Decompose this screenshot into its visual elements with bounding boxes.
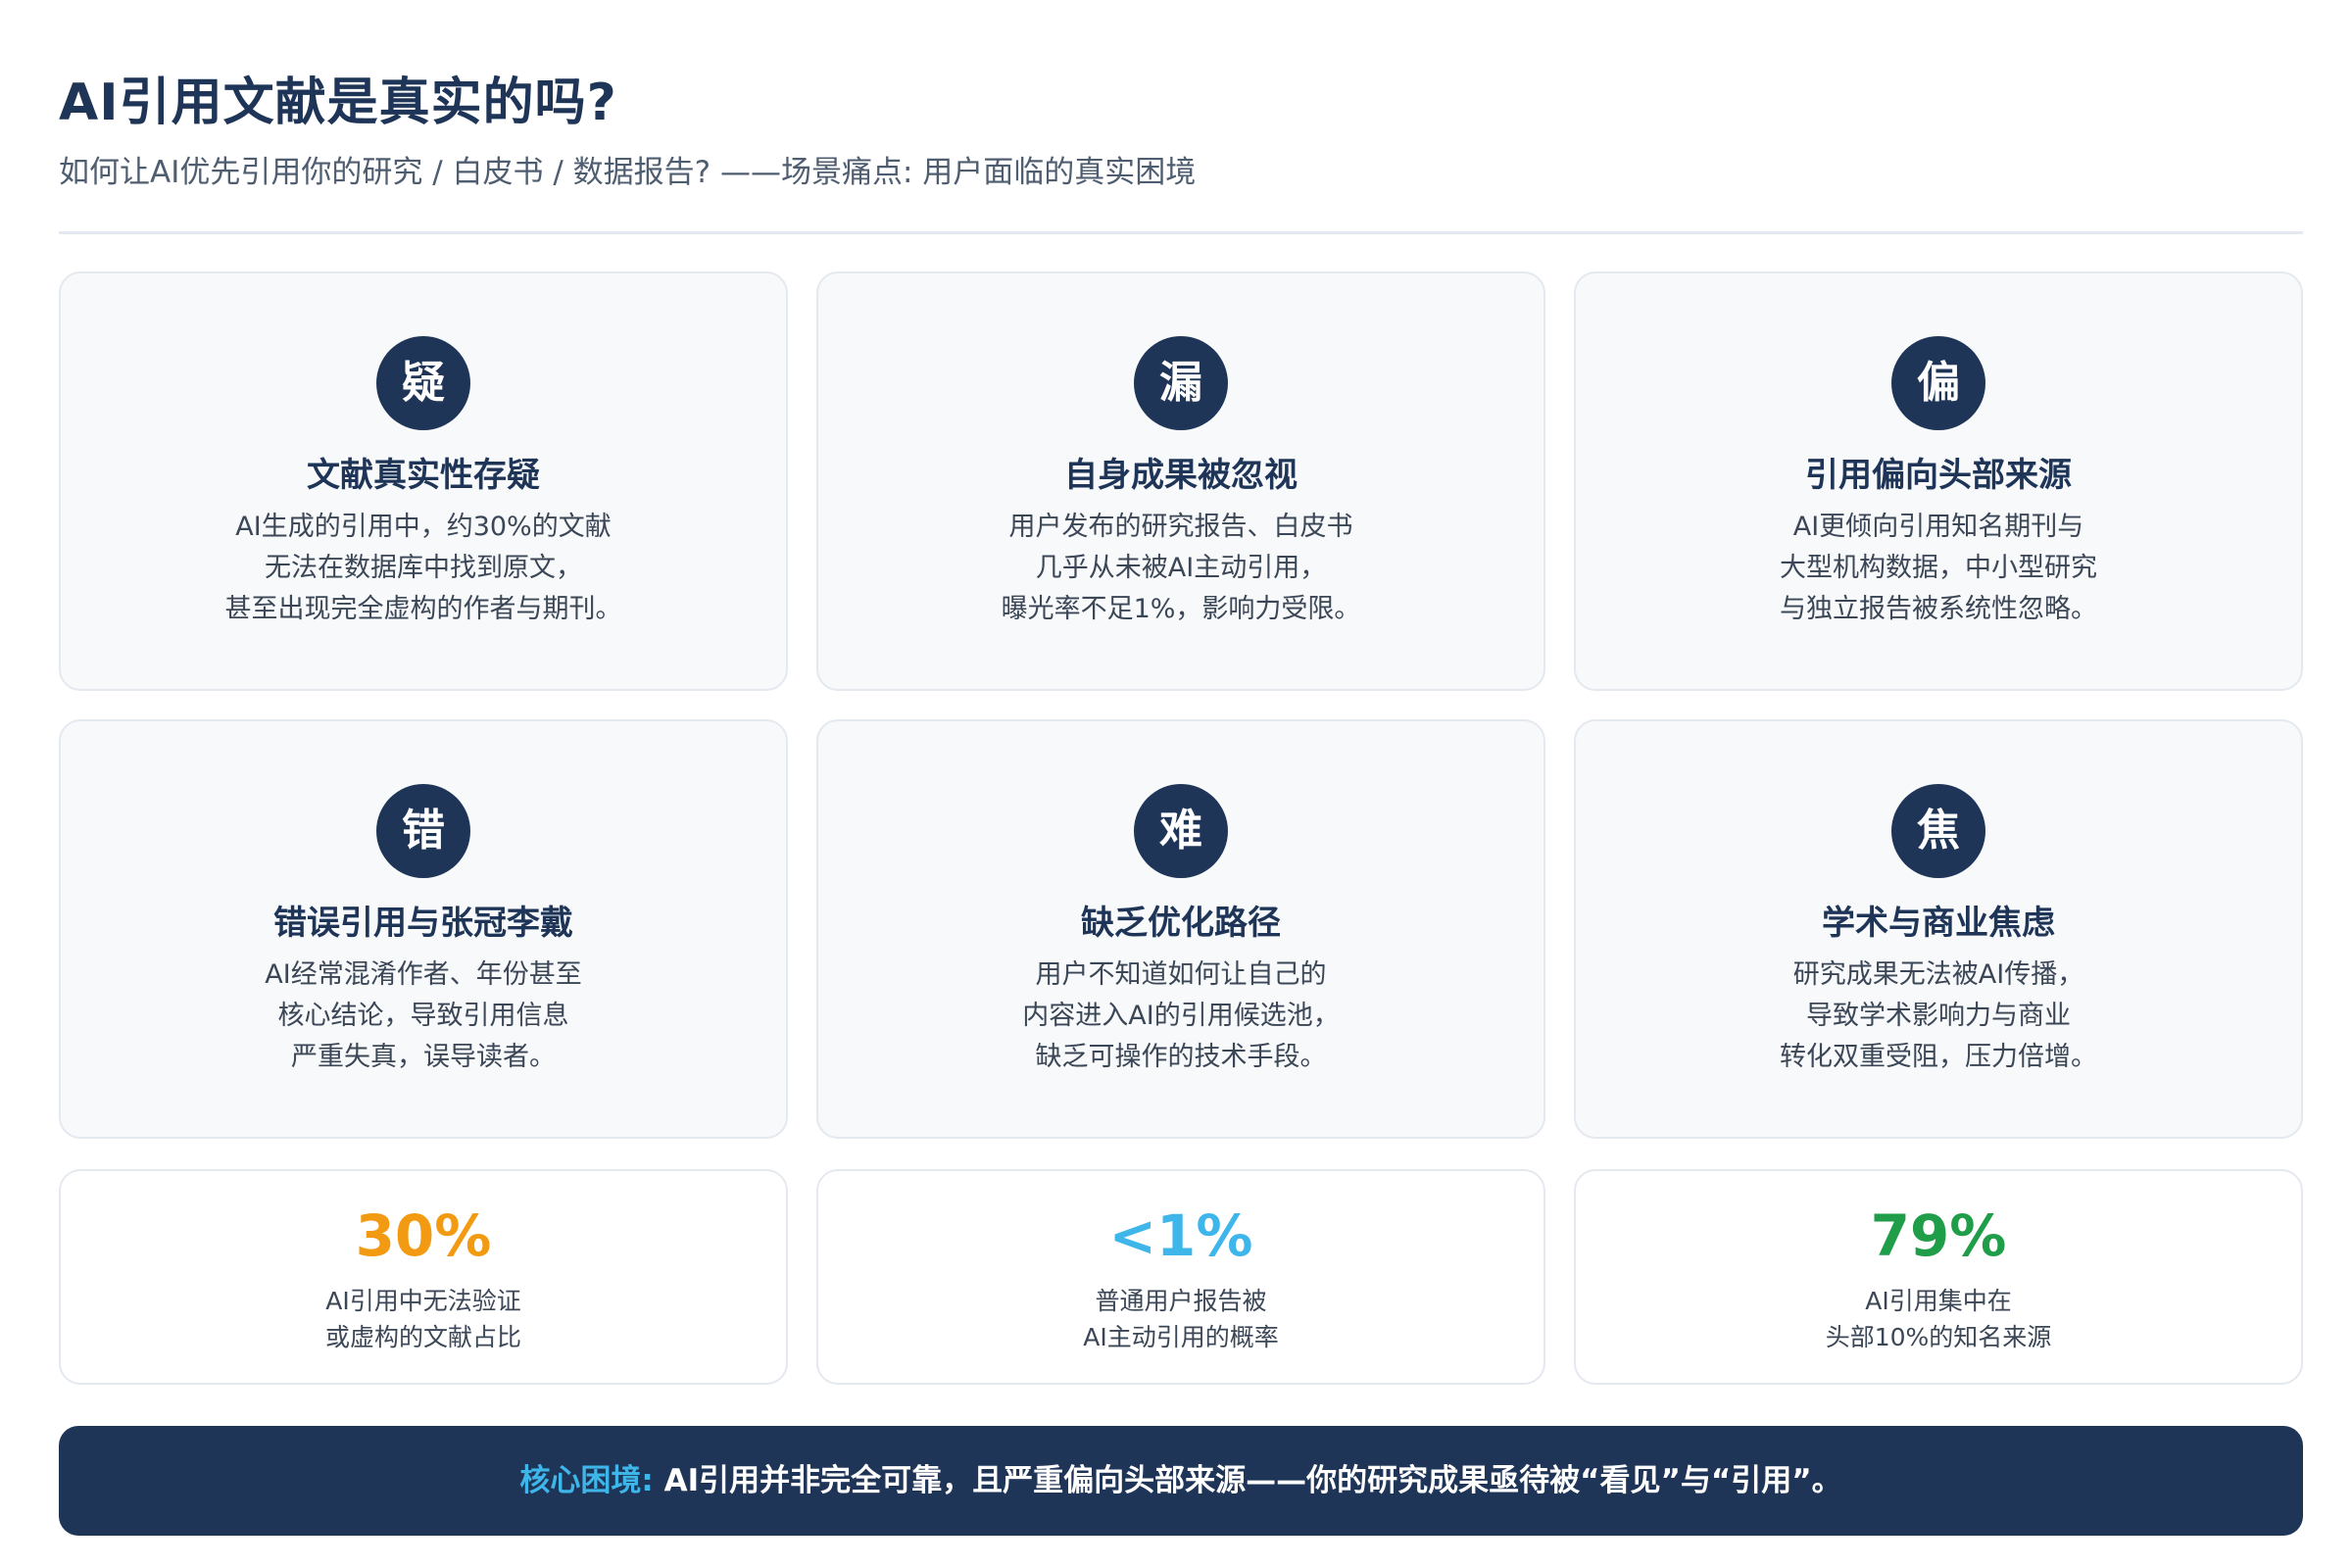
- stats-row: 30% AI引用中无法验证 或虚构的文献占比 <1% 普通用户报告被 AI主动引…: [59, 1169, 2303, 1385]
- stat-value: <1%: [1108, 1202, 1253, 1269]
- card-description: AI生成的引用中，约30%的文献 无法在数据库中找到原文， 甚至出现完全虚构的作…: [80, 507, 766, 630]
- pain-card-bias: 偏 引用偏向头部来源 AI更倾向引用知名期刊与 大型机构数据，中小型研究 与独立…: [1574, 271, 2303, 691]
- stat-label-line: AI引用中无法验证: [325, 1287, 521, 1315]
- badge-difficult-icon: 难: [1134, 784, 1228, 878]
- card-title: 缺乏优化路径: [1081, 904, 1281, 943]
- card-desc-line: 曝光率不足1%，影响力受限。: [1001, 594, 1361, 624]
- stat-top-sources: 79% AI引用集中在 头部10%的知名来源: [1574, 1169, 2303, 1385]
- card-title: 错误引用与张冠李戴: [273, 904, 573, 943]
- card-desc-line: 研究成果无法被AI传播，: [1792, 959, 2084, 990]
- badge-bias-icon: 偏: [1891, 336, 1985, 430]
- card-desc-line: 无法在数据库中找到原文，: [265, 553, 582, 583]
- card-desc-line: 用户不知道如何让自己的: [1035, 959, 1327, 990]
- badge-miss-icon: 漏: [1134, 336, 1228, 430]
- pain-card-ignored: 漏 自身成果被忽视 用户发布的研究报告、白皮书 几乎从未被AI主动引用， 曝光率…: [816, 271, 1545, 691]
- card-title: 引用偏向头部来源: [1805, 456, 2072, 495]
- card-desc-line: 大型机构数据，中小型研究: [1780, 553, 2097, 583]
- banner-highlight: 核心困境:: [519, 1463, 654, 1498]
- card-desc-line: 严重失真，误导读者。: [291, 1042, 556, 1072]
- card-title: 学术与商业焦虑: [1822, 904, 2055, 943]
- card-title: 自身成果被忽视: [1064, 456, 1298, 495]
- card-desc-line: 用户发布的研究报告、白皮书: [1008, 512, 1353, 542]
- page-subtitle: 如何让AI优先引用你的研究 / 白皮书 / 数据报告? ——场景痛点: 用户面临…: [59, 155, 1197, 190]
- card-desc-line: 核心结论，导致引用信息: [277, 1001, 569, 1031]
- badge-error-icon: 错: [376, 784, 470, 878]
- stat-label: AI引用中无法验证 或虚构的文献占比: [61, 1283, 786, 1355]
- stat-citation-probability: <1% 普通用户报告被 AI主动引用的概率: [816, 1169, 1545, 1385]
- pain-point-grid: 疑 文献真实性存疑 AI生成的引用中，约30%的文献 无法在数据库中找到原文， …: [59, 271, 2303, 1139]
- header-divider: [59, 231, 2303, 234]
- card-desc-line: 缺乏可操作的技术手段。: [1035, 1042, 1327, 1072]
- card-desc-line: AI经常混淆作者、年份甚至: [265, 959, 582, 990]
- banner-text: AI引用并非完全可靠，且严重偏向头部来源——你的研究成果亟待被“看见”与“引用”…: [653, 1463, 1842, 1498]
- stat-label-line: 头部10%的知名来源: [1825, 1323, 2052, 1351]
- stat-label-line: 普通用户报告被: [1095, 1287, 1267, 1315]
- page: AI引用文献是真实的吗? 如何让AI优先引用你的研究 / 白皮书 / 数据报告?…: [59, 0, 2303, 1568]
- page-title: AI引用文献是真实的吗?: [59, 74, 617, 132]
- card-description: AI经常混淆作者、年份甚至 核心结论，导致引用信息 严重失真，误导读者。: [80, 955, 766, 1078]
- stat-label-line: AI主动引用的概率: [1083, 1323, 1279, 1351]
- stat-value: 30%: [355, 1202, 492, 1269]
- pain-card-misattribution: 错 错误引用与张冠李戴 AI经常混淆作者、年份甚至 核心结论，导致引用信息 严重…: [59, 719, 788, 1139]
- pain-card-authenticity: 疑 文献真实性存疑 AI生成的引用中，约30%的文献 无法在数据库中找到原文， …: [59, 271, 788, 691]
- badge-doubt-icon: 疑: [376, 336, 470, 430]
- card-title: 文献真实性存疑: [307, 456, 540, 495]
- card-desc-line: 内容进入AI的引用候选池，: [1022, 1001, 1340, 1031]
- stat-unverifiable: 30% AI引用中无法验证 或虚构的文献占比: [59, 1169, 788, 1385]
- card-description: AI更倾向引用知名期刊与 大型机构数据，中小型研究 与独立报告被系统性忽略。: [1595, 507, 2281, 630]
- pain-card-anxiety: 焦 学术与商业焦虑 研究成果无法被AI传播， 导致学术影响力与商业 转化双重受阻…: [1574, 719, 2303, 1139]
- card-desc-line: AI生成的引用中，约30%的文献: [235, 512, 612, 542]
- stat-label-line: AI引用集中在: [1865, 1287, 2012, 1315]
- stat-label-line: 或虚构的文献占比: [324, 1323, 521, 1351]
- card-desc-line: 几乎从未被AI主动引用，: [1035, 553, 1327, 583]
- card-desc-line: 甚至出现完全虚构的作者与期刊。: [224, 594, 622, 624]
- stat-value: 79%: [1870, 1202, 2007, 1269]
- card-description: 研究成果无法被AI传播， 导致学术影响力与商业 转化双重受阻，压力倍增。: [1595, 955, 2281, 1078]
- card-description: 用户不知道如何让自己的 内容进入AI的引用候选池， 缺乏可操作的技术手段。: [838, 955, 1524, 1078]
- card-description: 用户发布的研究报告、白皮书 几乎从未被AI主动引用， 曝光率不足1%，影响力受限…: [838, 507, 1524, 630]
- badge-anxiety-icon: 焦: [1891, 784, 1985, 878]
- card-desc-line: 转化双重受阻，压力倍增。: [1780, 1042, 2097, 1072]
- card-desc-line: 导致学术影响力与商业: [1806, 1001, 2071, 1031]
- stat-label: 普通用户报告被 AI主动引用的概率: [818, 1283, 1544, 1355]
- core-dilemma-banner: 核心困境: AI引用并非完全可靠，且严重偏向头部来源——你的研究成果亟待被“看见…: [59, 1426, 2303, 1536]
- stat-label: AI引用集中在 头部10%的知名来源: [1576, 1283, 2301, 1355]
- card-desc-line: 与独立报告被系统性忽略。: [1780, 594, 2097, 624]
- pain-card-no-path: 难 缺乏优化路径 用户不知道如何让自己的 内容进入AI的引用候选池， 缺乏可操作…: [816, 719, 1545, 1139]
- card-desc-line: AI更倾向引用知名期刊与: [1792, 512, 2084, 542]
